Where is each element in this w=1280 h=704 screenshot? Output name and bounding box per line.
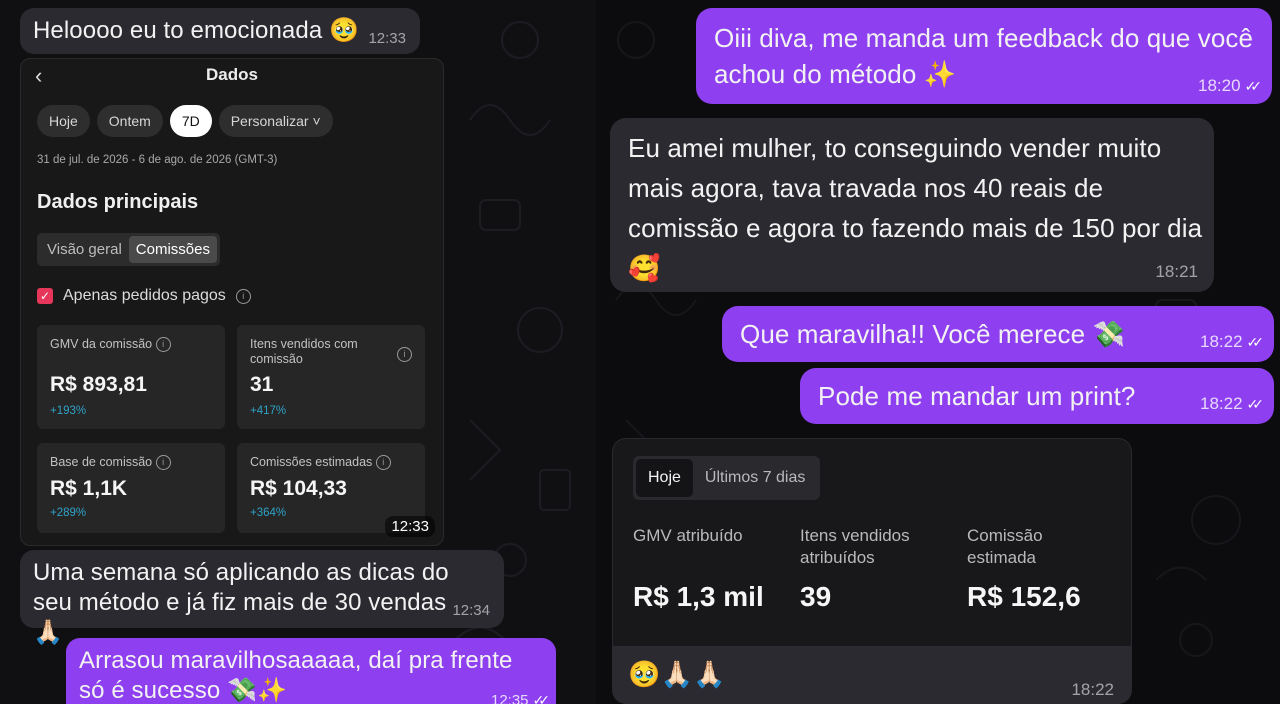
time-text: 18:22 [1199,332,1243,351]
metric-card: Base de comissão i R$ 1,1K +289% [37,443,225,533]
metric-label: Itens vendidos com comissão [250,337,358,366]
screenshot-header: ‹ Dados [21,59,443,93]
tab-visao-geral: Visão geral [47,241,122,258]
chip-7d: 7D [169,105,212,137]
message-time: 12:33 [385,516,435,537]
caption-emojis: 🥹🙏🏻🙏🏻 [628,660,726,690]
chip-label: Personalizar [230,113,309,129]
metric-change: +193% [50,405,87,417]
chat-panel-left: Heloooo eu to emocionada 🥹 12:33 ‹ Dados… [0,0,596,704]
message-time: 18:22 [1071,680,1114,699]
tab-ultimos-7-dias: Últimos 7 dias [704,469,806,486]
info-icon: i [397,347,412,362]
chat-panel-right: Oiii diva, me manda um feedback do que v… [596,0,1280,704]
stat-value: R$ 152,6 [967,581,1081,612]
metric-card: GMV da comissão i R$ 893,81 +193% [37,325,225,429]
metric-label-text: Base de comissão [50,455,153,469]
message-time: 12:33 [368,30,406,47]
message-text: Uma semana só aplicando as dicas do seu … [33,559,449,646]
stat-label: GMV atribuído [633,526,743,545]
chip-hoje: Hoje [37,105,90,137]
chevron-down-icon: ˅ [312,113,321,129]
read-checkmarks-icon: ✓✓ [1244,78,1263,94]
message-time: 12:35 ✓✓ [490,692,551,704]
read-checkmarks-icon: ✓✓ [1246,396,1265,412]
paid-orders-filter: ✓ Apenas pedidos pagos i [37,287,251,305]
image-caption: 🥹🙏🏻🙏🏻 18:22 [612,646,1132,704]
period-tabs: Hoje Últimos 7 dias [633,456,821,500]
metric-label-text: GMV da comissão [50,337,153,351]
info-icon: i [155,337,171,353]
metric-value: R$ 893,81 [50,373,147,396]
tab-comissoes: Comissões [128,236,217,263]
image-message-stats[interactable]: Hoje Últimos 7 dias GMV atribuído R$ 1,3… [612,438,1132,648]
metric-label: Comissões estimadas i [250,455,400,471]
segmented-tabs: Visão geral Comissões [37,233,220,266]
stat-label: Itens vendidos atribuídos [800,526,910,567]
image-message-analytics[interactable]: ‹ Dados Hoje Ontem 7D Personalizar ˅ 31 … [20,58,444,546]
message-outgoing[interactable]: Oiii diva, me manda um feedback do que v… [696,8,1272,104]
metric-change: +289% [50,507,87,519]
message-outgoing[interactable]: Que maravilha!! Você merece 💸 18:22 ✓✓ [722,306,1274,362]
info-icon: i [375,455,391,471]
stat-items: Itens vendidos atribuídos 39 [800,525,940,612]
chip-ontem: Ontem [96,105,163,137]
stat-value: R$ 1,3 mil [633,581,764,612]
info-icon: i [155,455,171,471]
read-checkmarks-icon: ✓✓ [532,692,551,704]
chip-personalizar: Personalizar ˅ [218,105,333,137]
time-text: 18:22 [1199,394,1243,413]
message-incoming[interactable]: Heloooo eu to emocionada 🥹 12:33 [20,8,420,54]
time-text: 12:35 [490,692,529,704]
message-time: 18:22 ✓✓ [1199,332,1265,352]
message-time: 12:34 [452,602,490,619]
metric-change: +417% [250,405,287,417]
message-time: 18:22 ✓✓ [1199,394,1265,414]
metric-label: Base de comissão i [50,455,200,471]
message-text: Oiii diva, me manda um feedback do que v… [714,23,1254,89]
info-icon: i [235,288,251,304]
tab-hoje: Hoje [636,459,693,497]
metric-change: +364% [250,507,287,519]
message-time: 18:20 ✓✓ [1197,76,1263,96]
message-text: Arrasou maravilhosaaaaa, daí pra frente … [79,647,513,704]
stat-commission: Comissão estimada R$ 152,6 [967,525,1107,612]
metric-label: GMV da comissão i [50,337,200,353]
message-text: Heloooo eu to emocionada 🥹 [33,17,360,44]
message-text: Eu amei mulher, to conseguindo vender mu… [628,133,1203,283]
message-incoming[interactable]: Uma semana só aplicando as dicas do seu … [20,550,504,646]
stat-gmv: GMV atribuído R$ 1,3 mil [633,525,783,612]
date-range: 31 de jul. de 2026 - 6 de ago. de 2026 (… [37,154,278,166]
section-heading: Dados principais [37,191,199,213]
message-text: Que maravilha!! Você merece 💸 [740,319,1125,349]
message-time: 18:21 [1155,262,1198,281]
message-outgoing[interactable]: Arrasou maravilhosaaaaa, daí pra frente … [66,638,556,704]
time-text: 18:20 [1197,76,1241,95]
checkbox-label: Apenas pedidos pagos [63,287,226,304]
stat-label: Comissão estimada [967,526,1043,567]
message-incoming[interactable]: Eu amei mulher, to conseguindo vender mu… [610,118,1214,292]
checkbox-checked-icon: ✓ [37,288,53,304]
metric-label-text: Comissões estimadas [250,455,373,469]
message-text: Pode me mandar um print? [818,381,1136,411]
metric-value: R$ 104,33 [250,477,347,500]
message-outgoing[interactable]: Pode me mandar um print? 18:22 ✓✓ [800,368,1274,424]
screenshot-title: Dados [206,65,258,84]
date-filter-chips: Hoje Ontem 7D Personalizar ˅ [37,105,333,137]
read-checkmarks-icon: ✓✓ [1246,334,1265,350]
stat-value: 39 [800,581,832,612]
metric-value: 31 [250,373,274,396]
metric-value: R$ 1,1K [50,477,128,500]
metric-card: Itens vendidos com comissão i 31 +417% [237,325,425,429]
